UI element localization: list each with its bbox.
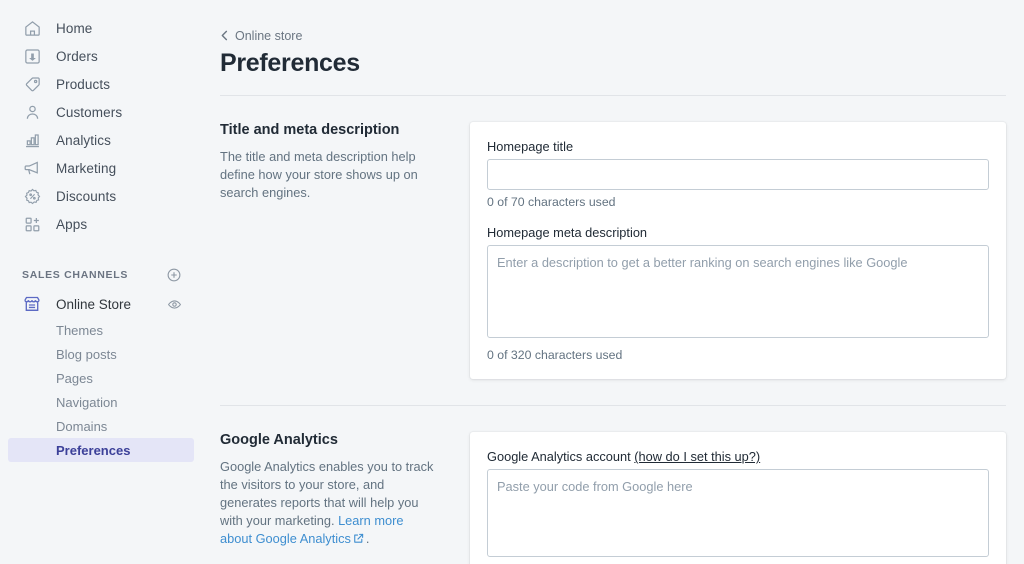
plus-circle-icon[interactable] [166,267,182,283]
homepage-title-counter: 0 of 70 characters used [487,195,989,209]
page-header: Online store Preferences [220,0,1006,77]
sidebar-item-preferences[interactable]: Preferences [8,438,194,462]
sidebar-item-online-store[interactable]: Online Store [8,290,194,318]
products-tag-icon [22,74,42,94]
homepage-meta-counter: 0 of 320 characters used [487,348,989,362]
home-icon [22,18,42,38]
eye-icon[interactable] [167,297,182,312]
main-content: Online store Preferences Title and meta … [202,0,1024,564]
online-store-label: Online Store [56,297,167,312]
sidebar-item-blog-posts[interactable]: Blog posts [8,342,194,366]
sidebar-item-label: Marketing [56,161,116,176]
sidebar-item-label: Analytics [56,133,111,148]
card-google-analytics: Google Analytics account (how do I set t… [470,432,1006,564]
sidebar-item-label: Products [56,77,110,92]
sub-item-label: Domains [56,419,107,434]
section-description-title-meta: Title and meta description The title and… [220,122,470,202]
customers-person-icon [22,102,42,122]
sub-item-label: Themes [56,323,103,338]
sidebar-item-discounts[interactable]: Discounts [8,182,194,210]
sub-item-label: Preferences [56,443,130,458]
homepage-title-label: Homepage title [487,139,989,154]
page-title: Preferences [220,49,1006,78]
sidebar-item-label: Apps [56,217,87,232]
sidebar: Home Orders Products [0,0,202,564]
marketing-megaphone-icon [22,158,42,178]
sidebar-item-apps[interactable]: Apps [8,210,194,238]
homepage-meta-label: Homepage meta description [487,225,989,240]
sidebar-item-customers[interactable]: Customers [8,98,194,126]
sidebar-spacer [0,238,202,264]
sidebar-item-marketing[interactable]: Marketing [8,154,194,182]
sidebar-item-orders[interactable]: Orders [8,42,194,70]
sales-channels-label: SALES CHANNELS [22,269,166,281]
sidebar-item-label: Home [56,21,92,36]
ga-account-textarea[interactable] [487,469,989,557]
section-google-analytics: Google Analytics Google Analytics enable… [220,406,1006,564]
sub-item-label: Pages [56,371,93,386]
breadcrumb-label: Online store [235,29,302,43]
sidebar-item-label: Orders [56,49,98,64]
analytics-bar-chart-icon [22,130,42,150]
ga-setup-help-link[interactable]: (how do I set this up?) [634,449,760,464]
section-description-google-analytics: Google Analytics Google Analytics enable… [220,432,470,549]
homepage-meta-textarea[interactable] [487,245,989,338]
section-heading: Title and meta description [220,122,436,138]
breadcrumb[interactable]: Online store [220,29,302,43]
sidebar-item-themes[interactable]: Themes [8,318,194,342]
sidebar-item-domains[interactable]: Domains [8,414,194,438]
ga-account-label: Google Analytics account (how do I set t… [487,449,989,464]
sidebar-item-navigation[interactable]: Navigation [8,390,194,414]
online-store-icon [22,294,42,314]
sidebar-item-products[interactable]: Products [8,70,194,98]
orders-icon [22,46,42,66]
apps-grid-plus-icon [22,214,42,234]
homepage-title-input[interactable] [487,159,989,190]
sidebar-item-analytics[interactable]: Analytics [8,126,194,154]
sub-item-label: Blog posts [56,347,117,362]
section-title-meta: Title and meta description The title and… [220,96,1006,405]
app-root: Home Orders Products [0,0,1024,564]
sales-channels-header: SALES CHANNELS [8,264,194,286]
section-description-suffix: . [366,531,370,546]
section-description: Google Analytics enables you to track th… [220,458,436,549]
sidebar-item-label: Customers [56,105,122,120]
sidebar-item-label: Discounts [56,189,116,204]
section-heading: Google Analytics [220,432,436,448]
field-spacer [487,209,989,225]
chevron-left-icon [220,30,229,41]
sidebar-item-home[interactable]: Home [8,14,194,42]
section-description: The title and meta description help defi… [220,148,436,202]
ga-account-label-text: Google Analytics account [487,449,631,464]
sidebar-item-pages[interactable]: Pages [8,366,194,390]
sub-item-label: Navigation [56,395,117,410]
discounts-percent-icon [22,186,42,206]
external-link-icon [353,531,364,549]
card-title-meta: Homepage title 0 of 70 characters used H… [470,122,1006,379]
